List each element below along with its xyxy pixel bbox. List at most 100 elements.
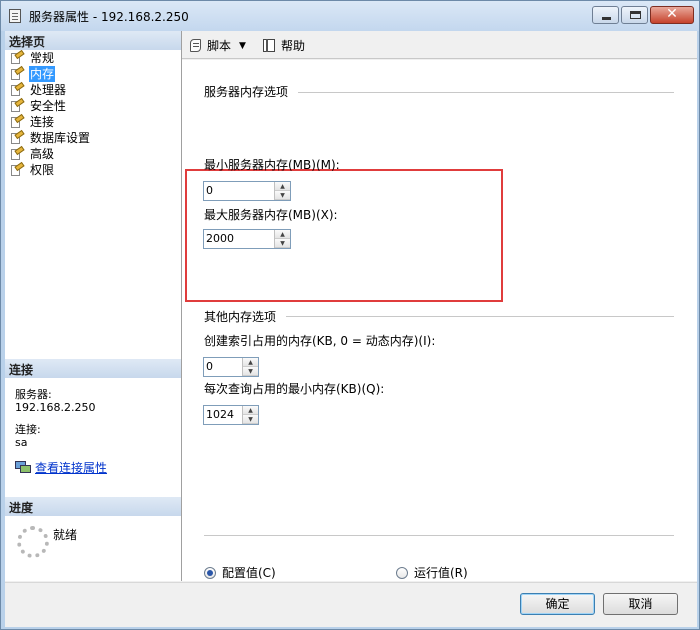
select-page-item-label: 处理器 [30,83,67,97]
close-button[interactable]: ✕ [650,6,694,24]
spin-down-icon[interactable]: ▼ [243,367,258,376]
dialog-buttons-bar: 确定 取消 [5,582,697,627]
title-bar[interactable]: 服务器属性 - 192.168.2.250 ✕ [1,1,699,31]
spin-down-icon[interactable]: ▼ [275,191,290,200]
window-title: 服务器属性 - 192.168.2.250 [29,10,189,24]
select-page-item[interactable]: 数据库设置 [9,129,179,146]
index-memory-label: 创建索引占用的内存(KB, 0 = 动态内存)(I): [204,334,436,348]
select-page-item[interactable]: 常规 [9,49,179,66]
property-page-icon [9,129,25,145]
spin-up-icon[interactable]: ▲ [243,358,258,367]
memory-page: 服务器内存选项 最小服务器内存(MB)(M): 0 ▲ ▼ 最大服务器内存(MB… [182,60,697,581]
spin-down-icon[interactable]: ▼ [243,415,258,424]
radio-button-icon[interactable] [204,566,216,579]
group-divider [298,92,674,93]
script-icon [188,38,204,53]
help-button[interactable]: 帮助 [262,37,305,54]
group-divider [286,316,674,317]
select-page-list: 常规 内存 处理器安全性连接数据库设置高级权限 [9,49,179,178]
select-page-header: 选择页 [5,31,181,50]
toolbar: 脚本 ▼ 帮助 [182,31,697,59]
spin-down-icon[interactable]: ▼ [275,239,290,248]
index-memory-spinner[interactable]: 0 ▲ ▼ [203,357,259,377]
property-page-icon [9,49,25,65]
select-page-item-label: 常规 [30,51,55,65]
property-page-icon [9,81,25,97]
select-page-item-label: 数据库设置 [30,131,91,145]
select-page-item-label: 内存 [29,66,56,82]
radio-button-icon[interactable] [396,566,408,579]
running-values-label: 运行值(R) [414,566,468,580]
spinner-arrows[interactable]: ▲ ▼ [242,406,258,424]
script-label: 脚本 [207,39,232,53]
index-memory-value[interactable]: 0 [206,360,213,373]
select-page-item[interactable]: 高级 [9,145,179,162]
connection-info: 服务器: 192.168.2.250 连接: sa [15,388,175,449]
maximize-button[interactable] [621,6,648,24]
max-memory-label: 最大服务器内存(MB)(X): [204,208,338,222]
min-memory-value[interactable]: 0 [206,184,213,197]
other-memory-group-title: 其他内存选项 [204,310,277,324]
configured-values-label: 配置值(C) [222,566,276,580]
select-page-item-label: 安全性 [30,99,67,113]
script-button[interactable]: 脚本 ▼ [188,37,246,54]
script-dropdown-icon[interactable]: ▼ [239,41,246,51]
select-page-item[interactable]: 安全性 [9,97,179,114]
maximize-icon [630,11,641,19]
minimize-icon [602,17,611,20]
configured-values-radio[interactable]: 配置值(C) [204,564,276,581]
query-memory-value[interactable]: 1024 [206,408,234,421]
property-page-icon [9,113,25,129]
left-pane: 选择页 常规 内存 处理器 安全性 连接 数据库设置 高级 权限 连接 服务器: 192.16… [5,31,182,581]
min-memory-label: 最小服务器内存(MB)(M): [204,158,340,172]
view-connection-properties-link[interactable]: 查看连接属性 [35,459,107,476]
min-memory-spinner[interactable]: 0 ▲ ▼ [203,181,291,201]
progress-spinner-icon [17,526,49,558]
max-memory-value[interactable]: 2000 [206,232,234,245]
spinner-arrows[interactable]: ▲ ▼ [274,182,290,200]
select-page-item[interactable]: 内存 [9,65,179,82]
select-page-item-label: 高级 [30,147,55,161]
progress-status: 就绪 [53,528,78,542]
property-page-icon [9,97,25,113]
ok-button[interactable]: 确定 [520,593,595,615]
server-label: 服务器: [15,388,52,401]
progress-area: 就绪 [15,526,175,566]
spin-up-icon[interactable]: ▲ [275,182,290,191]
property-page-icon [9,65,25,81]
select-page-item[interactable]: 权限 [9,161,179,178]
dialog-client: 选择页 常规 内存 处理器 安全性 连接 数据库设置 高级 权限 连接 服务器: 192.16… [5,31,697,627]
help-label: 帮助 [281,39,306,53]
view-connection-properties[interactable]: 查看连接属性 [15,459,107,476]
select-page-item[interactable]: 处理器 [9,81,179,98]
connection-value: sa [15,436,28,449]
bottom-divider [204,535,674,536]
query-memory-label: 每次查询占用的最小内存(KB)(Q): [204,382,385,396]
max-memory-spinner[interactable]: 2000 ▲ ▼ [203,229,291,249]
spin-up-icon[interactable]: ▲ [243,406,258,415]
help-icon [262,38,278,53]
select-page-item-label: 连接 [30,115,55,129]
select-page-item-label: 权限 [30,163,55,177]
connection-properties-icon [15,461,31,474]
property-page-icon [9,161,25,177]
cancel-button[interactable]: 取消 [603,593,678,615]
connection-label: 连接: [15,423,41,436]
progress-header: 进度 [5,497,181,516]
server-value: 192.168.2.250 [15,401,96,414]
server-properties-window: 服务器属性 - 192.168.2.250 ✕ 选择页 常规 内存 处理器安全性连接… [0,0,700,630]
select-page-item[interactable]: 连接 [9,113,179,130]
window-controls: ✕ [590,6,694,24]
close-icon: ✕ [666,6,678,22]
spin-up-icon[interactable]: ▲ [275,230,290,239]
window-icon [9,9,21,23]
connection-header: 连接 [5,359,181,378]
running-values-radio[interactable]: 运行值(R) [396,564,468,581]
minimize-button[interactable] [592,6,619,24]
query-memory-spinner[interactable]: 1024 ▲ ▼ [203,405,259,425]
server-memory-group-title: 服务器内存选项 [204,85,289,99]
spinner-arrows[interactable]: ▲ ▼ [274,230,290,248]
spinner-arrows[interactable]: ▲ ▼ [242,358,258,376]
property-page-icon [9,145,25,161]
